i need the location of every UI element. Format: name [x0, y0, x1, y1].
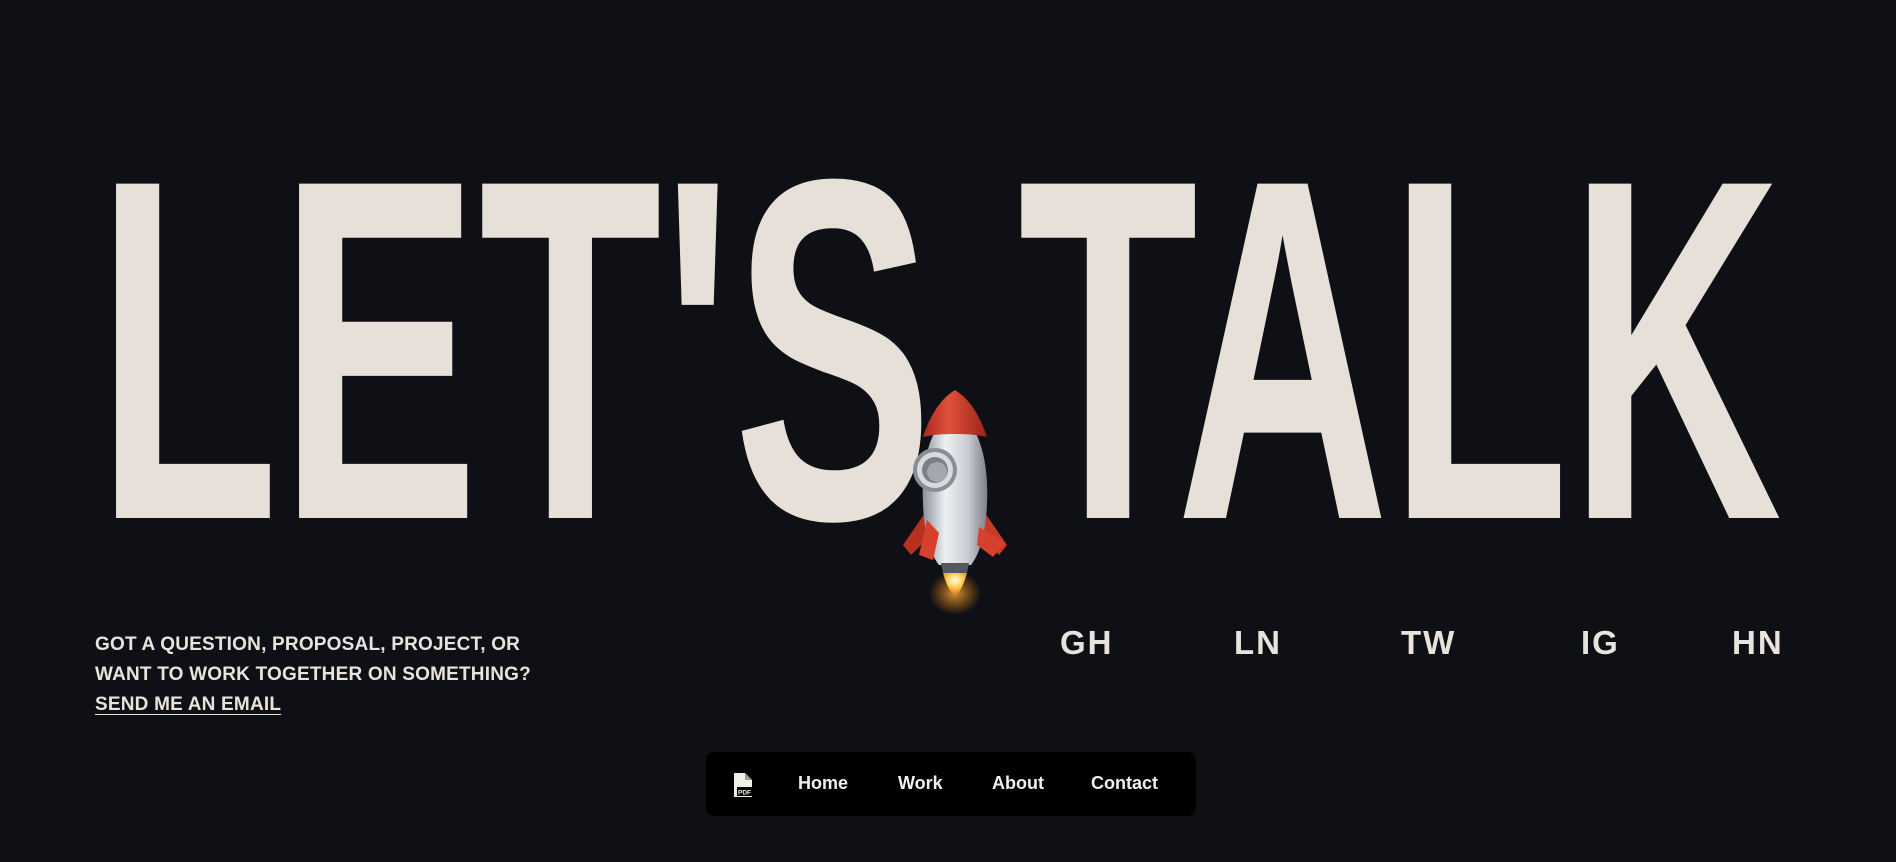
bottom-nav-bar: PDF Home Work About Contact [706, 752, 1196, 816]
contact-blurb: GOT A QUESTION, PROPOSAL, PROJECT, OR WA… [95, 630, 655, 720]
pdf-file-icon-svg: PDF [734, 773, 752, 797]
nav-home[interactable]: Home [798, 773, 848, 794]
pdf-file-icon[interactable]: PDF [732, 772, 754, 798]
social-link-twitter[interactable]: TW [1401, 624, 1456, 662]
nav-about[interactable]: About [992, 773, 1044, 794]
headline-talk: TALK [1018, 145, 1782, 535]
send-email-link[interactable]: SEND ME AN EMAIL [95, 690, 281, 720]
social-link-instagram[interactable]: IG [1581, 624, 1620, 662]
contact-text-line-2: WANT TO WORK TOGETHER ON SOMETHING? [95, 664, 531, 685]
social-links: GH LN TW IG HN [1060, 624, 1820, 668]
contact-text-line-1: GOT A QUESTION, PROPOSAL, PROJECT, OR [95, 634, 521, 655]
headline-lets: LET'S [96, 145, 933, 535]
pdf-icon-label: PDF [738, 790, 751, 797]
social-link-hackernews[interactable]: HN [1732, 624, 1784, 662]
social-link-linkedin[interactable]: LN [1234, 624, 1282, 662]
social-link-github[interactable]: GH [1060, 624, 1114, 662]
rocket-icon [903, 390, 1007, 615]
nav-contact[interactable]: Contact [1091, 773, 1158, 794]
nav-work[interactable]: Work [898, 773, 943, 794]
rocket-illustration [895, 385, 1025, 615]
contact-page: LET'S TALK GOT A QUESTION, PROPOSAL, PRO… [0, 0, 1896, 862]
